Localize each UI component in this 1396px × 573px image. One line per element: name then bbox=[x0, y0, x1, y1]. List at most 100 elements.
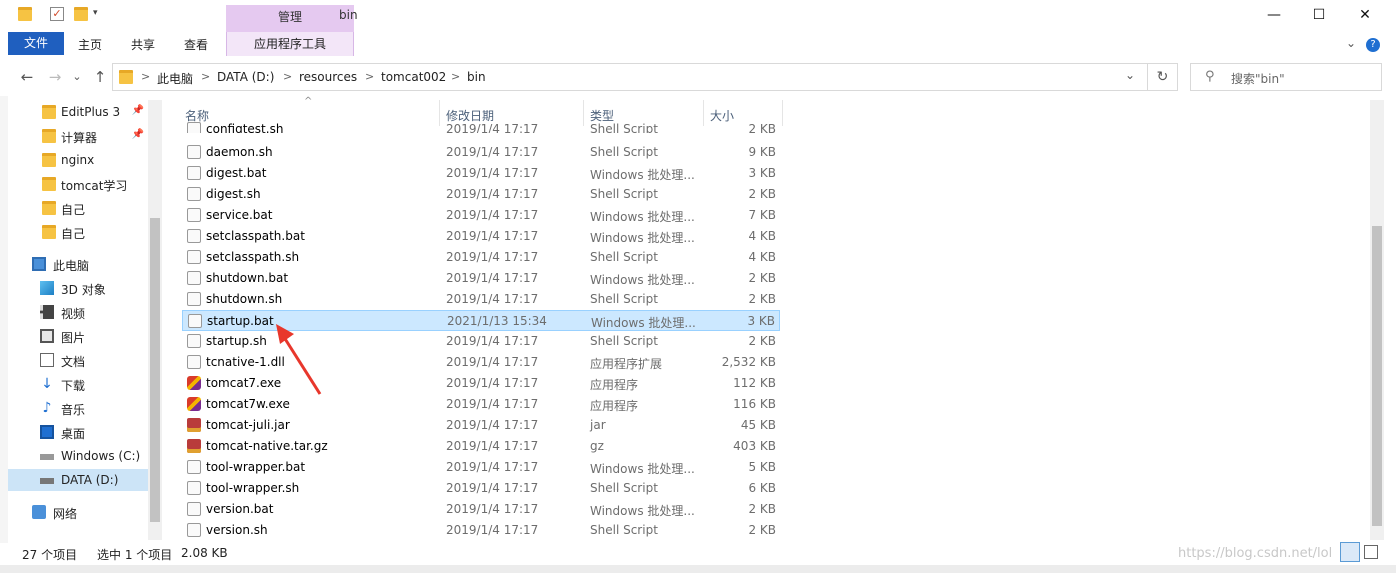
file-row[interactable]: setclasspath.sh 2019/1/4 17:17 Shell Scrip… bbox=[182, 247, 780, 268]
nav-item-label: 自己 bbox=[61, 227, 86, 241]
quick-access-dropdown-icon[interactable]: ▾ bbox=[93, 8, 98, 18]
file-list-scrollbar-thumb[interactable] bbox=[1372, 226, 1382, 526]
breadcrumb-separator[interactable]: > bbox=[283, 70, 292, 83]
tab-home[interactable]: 主页 bbox=[78, 36, 102, 53]
file-row[interactable]: shutdown.sh 2019/1/4 17:17 Shell Script 2 K… bbox=[182, 289, 780, 310]
search-input[interactable]: ⚲ 搜索"bin" bbox=[1190, 63, 1382, 91]
file-type: Windows 批处理... bbox=[591, 316, 696, 330]
file-row[interactable]: setclasspath.bat 2019/1/4 17:17 Windows 批处… bbox=[182, 226, 780, 247]
file-date: 2019/1/4 17:17 bbox=[446, 397, 539, 411]
file-name: setclasspath.sh bbox=[206, 250, 300, 264]
file-type: Shell Script bbox=[590, 292, 658, 306]
file-name: digest.bat bbox=[206, 166, 267, 180]
breadcrumb-separator[interactable]: > bbox=[451, 70, 460, 83]
nav-scrollbar-thumb[interactable] bbox=[150, 218, 160, 522]
nav-item-this-pc[interactable]: 此电脑 bbox=[0, 252, 148, 276]
file-size: 2 KB bbox=[748, 122, 776, 133]
folder-icon[interactable] bbox=[18, 7, 32, 21]
picture-icon bbox=[40, 329, 54, 343]
large-icons-view-icon[interactable] bbox=[1364, 545, 1378, 559]
nav-item-nginx[interactable]: nginx bbox=[0, 148, 148, 172]
file-date: 2019/1/4 17:17 bbox=[446, 250, 539, 264]
nav-item-label: 自己 bbox=[61, 203, 86, 217]
address-bar[interactable]: > 此电脑 > DATA (D:) > resources > tomcat00… bbox=[112, 63, 1148, 91]
nav-item-label: 下载 bbox=[61, 379, 86, 393]
properties-icon[interactable]: ✓ bbox=[50, 7, 64, 21]
forward-button[interactable]: → bbox=[44, 66, 66, 88]
nav-item-3d-objects[interactable]: 3D 对象 bbox=[0, 276, 148, 300]
column-divider[interactable] bbox=[782, 100, 783, 126]
script-file-icon bbox=[187, 502, 201, 516]
nav-item-label: 3D 对象 bbox=[61, 283, 106, 297]
archive-icon bbox=[187, 439, 201, 453]
nav-item-downloads[interactable]: ↓ 下载 bbox=[0, 372, 148, 396]
file-type: 应用程序扩展 bbox=[590, 357, 663, 371]
nav-item-documents[interactable]: 文档 bbox=[0, 348, 148, 372]
ribbon-collapse-icon[interactable]: ⌄ bbox=[1346, 36, 1356, 50]
file-row[interactable]: version.sh 2019/1/4 17:17 Shell Script 2 KB bbox=[182, 520, 780, 541]
breadcrumb-separator[interactable]: > bbox=[201, 70, 210, 83]
file-row[interactable]: digest.bat 2019/1/4 17:17 Windows 批处理... 3 … bbox=[182, 163, 780, 184]
nav-item-music[interactable]: ♪ 音乐 bbox=[0, 396, 148, 420]
nav-item-self-2[interactable]: 自己 bbox=[0, 220, 148, 244]
close-button[interactable]: ✕ bbox=[1342, 0, 1388, 32]
tab-share[interactable]: 共享 bbox=[131, 36, 155, 53]
file-row[interactable]: tool-wrapper.sh 2019/1/4 17:17 Shell Scrip… bbox=[182, 478, 780, 499]
file-name: tomcat-native.tar.gz bbox=[206, 439, 328, 453]
new-folder-icon[interactable] bbox=[74, 7, 88, 21]
file-tab[interactable]: 文件 bbox=[8, 32, 64, 55]
file-row[interactable]: digest.sh 2019/1/4 17:17 Shell Script 2 KB bbox=[182, 184, 780, 205]
refresh-button[interactable]: ↻ bbox=[1148, 63, 1178, 91]
tomcat-exe-icon bbox=[187, 397, 201, 411]
file-type: Windows 批处理... bbox=[590, 210, 695, 224]
recent-locations-button[interactable]: ⌄ bbox=[66, 66, 88, 88]
script-file-icon bbox=[187, 271, 201, 285]
maximize-button[interactable]: ☐ bbox=[1296, 0, 1342, 32]
desktop-icon bbox=[40, 425, 54, 439]
file-row[interactable]: tool-wrapper.bat 2019/1/4 17:17 Windows 批处… bbox=[182, 457, 780, 478]
tab-app-tools[interactable]: 应用程序工具 bbox=[226, 32, 354, 56]
file-row[interactable]: service.bat 2019/1/4 17:17 Windows 批处理... 7… bbox=[182, 205, 780, 226]
nav-item-calculator[interactable]: 计算器 📌 bbox=[0, 124, 148, 148]
file-size: 112 KB bbox=[733, 376, 776, 390]
details-view-icon[interactable] bbox=[1340, 542, 1360, 562]
minimize-button[interactable]: — bbox=[1251, 0, 1297, 32]
address-dropdown-icon[interactable]: ⌄ bbox=[1125, 68, 1135, 82]
pin-icon[interactable]: 📌 bbox=[132, 129, 144, 140]
pin-icon[interactable]: 📌 bbox=[132, 105, 144, 116]
file-size: 2 KB bbox=[748, 292, 776, 306]
file-name: version.bat bbox=[206, 502, 274, 516]
breadcrumb-separator[interactable]: > bbox=[365, 70, 374, 83]
help-icon[interactable]: ? bbox=[1366, 38, 1380, 52]
file-row[interactable]: tomcat-juli.jar 2019/1/4 17:17 jar 45 KB bbox=[182, 415, 780, 436]
breadcrumb-data-d[interactable]: DATA (D:) bbox=[217, 70, 274, 84]
tab-view[interactable]: 查看 bbox=[184, 36, 208, 53]
file-row[interactable]: shutdown.bat 2019/1/4 17:17 Windows 批处理...… bbox=[182, 268, 780, 289]
nav-item-data-d[interactable]: DATA (D:) bbox=[0, 468, 148, 492]
breadcrumb-this-pc[interactable]: 此电脑 bbox=[157, 70, 193, 87]
breadcrumb-separator[interactable]: > bbox=[141, 70, 150, 83]
file-type: Shell Script bbox=[590, 334, 658, 348]
breadcrumb-resources[interactable]: resources bbox=[299, 70, 357, 84]
back-button[interactable]: ← bbox=[16, 66, 38, 88]
file-row[interactable]: configtest.sh 2019/1/4 17:17 Shell Script 2… bbox=[182, 119, 780, 133]
up-button[interactable]: ↑ bbox=[89, 66, 111, 88]
nav-item-videos[interactable]: 视频 bbox=[0, 300, 148, 324]
nav-item-tomcat-study[interactable]: tomcat学习 bbox=[0, 172, 148, 196]
nav-item-network[interactable]: 网络 bbox=[0, 500, 148, 524]
breadcrumb-bin[interactable]: bin bbox=[467, 70, 486, 84]
file-row[interactable]: daemon.sh 2019/1/4 17:17 Shell Script 9 KB bbox=[182, 142, 780, 163]
nav-item-desktop[interactable]: 桌面 bbox=[0, 420, 148, 444]
nav-item-windows-c[interactable]: Windows (C:) bbox=[0, 444, 148, 468]
nav-item-self-1[interactable]: 自己 bbox=[0, 196, 148, 220]
file-row[interactable]: tomcat-native.tar.gz 2019/1/4 17:17 gz 403 … bbox=[182, 436, 780, 457]
nav-item-editplus[interactable]: EditPlus 3 📌 bbox=[0, 100, 148, 124]
file-row[interactable]: version.bat 2019/1/4 17:17 Windows 批处理... 2… bbox=[182, 499, 780, 520]
file-size: 3 KB bbox=[747, 314, 775, 328]
window-title: bin bbox=[339, 8, 358, 22]
breadcrumb-tomcat002[interactable]: tomcat002 bbox=[381, 70, 446, 84]
nav-item-pictures[interactable]: 图片 bbox=[0, 324, 148, 348]
manage-tab[interactable]: 管理 bbox=[226, 5, 354, 32]
file-name: setclasspath.bat bbox=[206, 229, 305, 243]
archive-icon bbox=[187, 418, 201, 432]
